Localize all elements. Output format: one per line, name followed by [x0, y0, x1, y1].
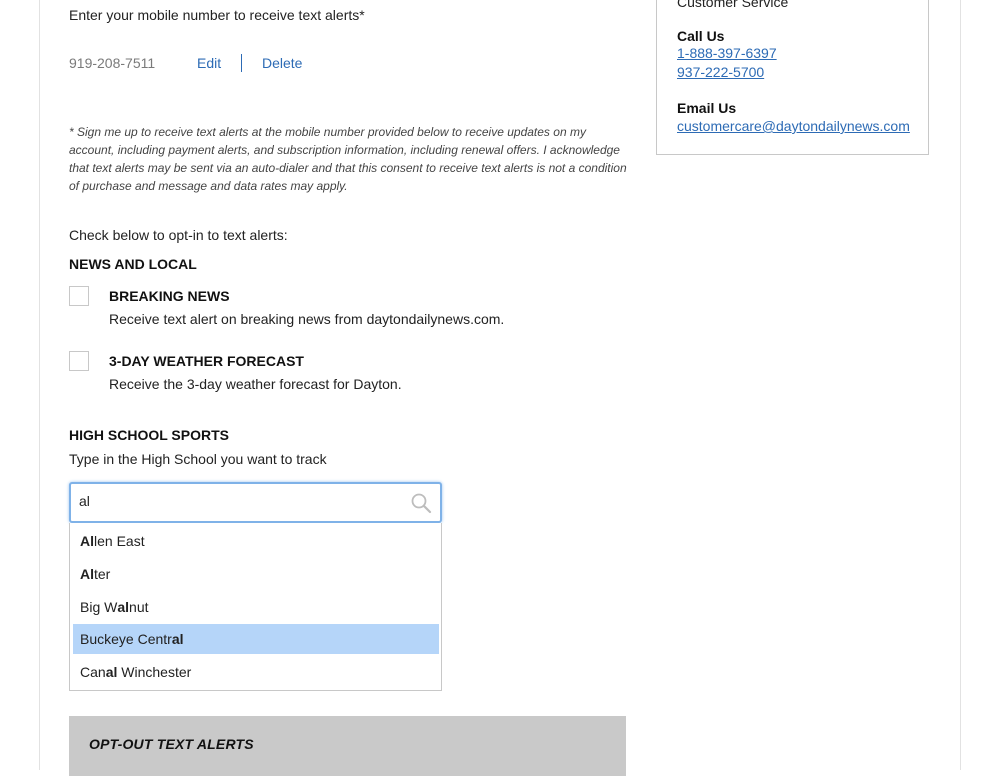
- news-local-heading: NEWS AND LOCAL: [69, 256, 197, 272]
- phone-link-2[interactable]: 937-222-5700: [677, 64, 764, 80]
- mobile-number: 919-208-7511: [69, 55, 156, 71]
- email-us-label: Email Us: [677, 100, 737, 116]
- weather-forecast-checkbox[interactable]: [69, 351, 89, 371]
- weather-forecast-title: 3-DAY WEATHER FORECAST: [109, 353, 304, 369]
- edit-button[interactable]: Edit: [197, 55, 221, 71]
- divider: [241, 54, 242, 72]
- breaking-news-title: BREAKING NEWS: [109, 288, 230, 304]
- optout-section[interactable]: OPT-OUT TEXT ALERTS: [69, 716, 626, 776]
- breaking-news-checkbox[interactable]: [69, 286, 89, 306]
- optin-intro: Check below to opt-in to text alerts:: [69, 227, 288, 243]
- customer-service-title: Customer Service: [677, 0, 789, 10]
- high-school-search[interactable]: [69, 482, 442, 523]
- autocomplete-option[interactable]: Allen East: [73, 526, 439, 556]
- breaking-news-desc: Receive text alert on breaking news from…: [109, 311, 505, 327]
- consent-disclaimer: * Sign me up to receive text alerts at t…: [69, 125, 627, 193]
- autocomplete-dropdown: Allen East Alter Big Walnut Buckeye Cent…: [69, 523, 442, 691]
- autocomplete-option-selected[interactable]: Buckeye Central: [73, 624, 439, 654]
- delete-button[interactable]: Delete: [262, 55, 302, 71]
- autocomplete-option[interactable]: Big Walnut: [73, 592, 439, 622]
- magnifier-icon[interactable]: [410, 492, 432, 514]
- autocomplete-option[interactable]: Canal Winchester: [73, 657, 439, 687]
- mobile-intro-text: Enter your mobile number to receive text…: [69, 7, 365, 23]
- autocomplete-option[interactable]: Alter: [73, 559, 439, 589]
- call-us-label: Call Us: [677, 28, 725, 44]
- high-school-instructions: Type in the High School you want to trac…: [69, 451, 327, 467]
- high-school-sports-heading: HIGH SCHOOL SPORTS: [69, 427, 229, 443]
- phone-link-1[interactable]: 1-888-397-6397: [677, 45, 777, 61]
- high-school-search-input[interactable]: [79, 493, 399, 509]
- weather-forecast-desc: Receive the 3-day weather forecast for D…: [109, 376, 402, 392]
- email-link[interactable]: customercare@daytondailynews.com: [677, 118, 910, 134]
